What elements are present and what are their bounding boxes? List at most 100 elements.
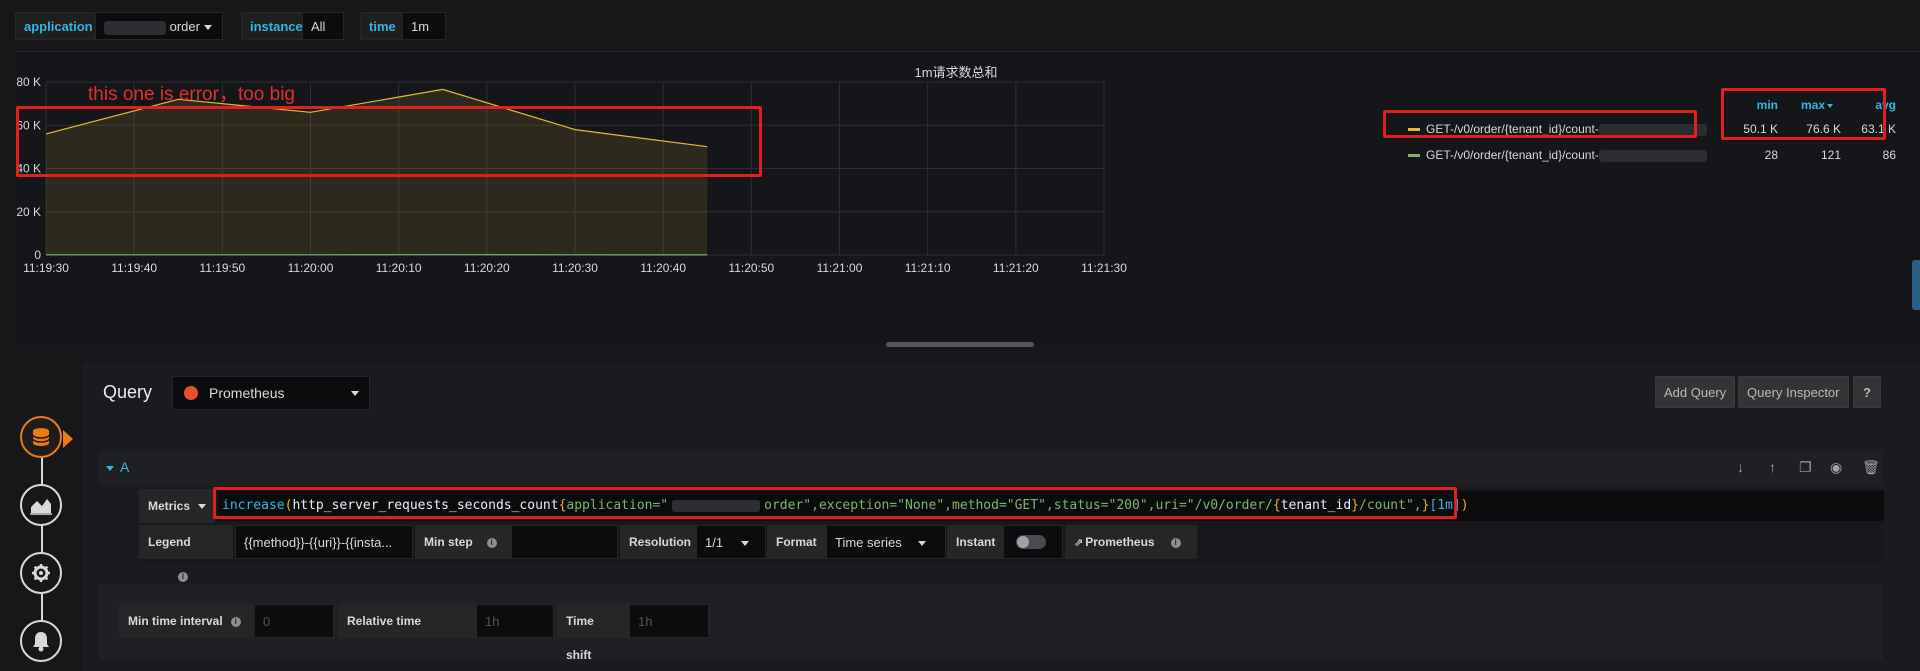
chevron-down-icon [351, 391, 359, 396]
annotation-box-graph [16, 106, 762, 177]
query-row-header [99, 451, 1883, 485]
chevron-down-icon [106, 465, 114, 471]
prometheus-link[interactable]: ⇗ Prometheus i [1065, 525, 1197, 559]
variable-application-value: order [169, 19, 200, 34]
min-time-interval-placeholder: 0 [263, 614, 271, 629]
database-icon [32, 428, 50, 446]
resolution-select[interactable]: 1/1 [696, 525, 766, 559]
x-tick-label: 11:19:40 [111, 261, 157, 275]
side-scroll-handle[interactable] [1912, 260, 1920, 310]
variable-instance-value: All [311, 19, 326, 34]
rail-active-pointer [63, 430, 73, 448]
variable-time-label: time [360, 12, 405, 40]
legend-min-value: 28 [1764, 148, 1778, 162]
area-chart-icon [30, 499, 52, 515]
graph-chart: 11:19:30 11:19:40 11:19:50 11:20:00 11:20:10… [16, 75, 1127, 275]
variable-time-value: 1m [411, 19, 430, 34]
time-shift-input[interactable]: 1h [629, 604, 709, 638]
annotation-box-legend-row [1383, 110, 1697, 138]
min-time-interval-label: Min time interval i [119, 604, 253, 638]
legend-series-name: GET-/v0/order/{tenant_id}/count- [1426, 148, 1599, 162]
chevron-down-icon [741, 541, 750, 547]
x-tick-label: 11:21:00 [817, 261, 863, 275]
y-tick-label: 80 K [16, 75, 41, 89]
info-icon[interactable]: i [1170, 537, 1181, 548]
expr-paren: ) [1460, 498, 1469, 513]
rail-queries-button[interactable] [20, 416, 62, 458]
x-tick-label: 11:21:10 [905, 261, 951, 275]
redacted-value [1598, 149, 1707, 162]
eye-icon[interactable]: ◉ [1830, 459, 1842, 476]
legend-avg-value: 86 [1882, 148, 1896, 162]
info-icon[interactable]: i [230, 616, 241, 627]
legend-format-label-text: Legend [148, 535, 191, 549]
series-color-swatch[interactable] [1408, 154, 1420, 158]
x-tick-label: 11:21:30 [1081, 261, 1127, 275]
variable-application-label: application [15, 12, 102, 40]
move-down-icon[interactable]: ↓ [1737, 459, 1744, 475]
query-ref-id: A [120, 459, 130, 475]
datasource-picker[interactable]: Prometheus [172, 376, 370, 410]
resolution-label: Resolution [620, 525, 700, 559]
min-time-interval-input[interactable]: 0 [254, 604, 334, 638]
rail-alert-button[interactable] [20, 620, 62, 662]
variable-instance-select[interactable]: All [302, 12, 344, 59]
min-step-input[interactable] [511, 525, 618, 559]
datasource-name: Prometheus [209, 385, 285, 401]
relative-time-input[interactable]: 1h [476, 604, 554, 638]
time-shift-label: Time shift [557, 604, 629, 662]
variable-application-select[interactable]: order [95, 12, 223, 40]
x-tick-label: 11:20:00 [288, 261, 334, 275]
info-icon[interactable]: i [486, 537, 497, 548]
y-tick-label: 20 K [16, 205, 41, 219]
min-step-label-text: Min step [424, 535, 473, 549]
x-tick-label: 11:20:50 [728, 261, 774, 275]
format-label: Format [767, 525, 826, 559]
legend-format-label: Legend i [139, 525, 233, 582]
gear-tools-icon [32, 564, 50, 582]
variable-time-select[interactable]: 1m [402, 12, 446, 59]
trash-icon[interactable]: 🗑 [1862, 459, 1880, 476]
prometheus-link-text: Prometheus [1085, 535, 1155, 549]
info-icon[interactable]: i [178, 571, 188, 582]
chevron-down-icon [198, 504, 207, 510]
annotation-box-legend-stats [1721, 88, 1886, 140]
y-tick-label: 0 [34, 248, 41, 262]
error-annotation-text: this one is error，too big [88, 84, 295, 105]
instant-label: Instant [947, 525, 1005, 559]
relative-time-label: Relative time [338, 604, 476, 638]
rail-general-button[interactable] [20, 552, 62, 594]
query-inspector-button[interactable]: Query Inspector [1738, 376, 1849, 408]
min-step-label: Min step i [415, 525, 511, 559]
prometheus-logo-icon [184, 386, 198, 400]
x-tick-label: 11:20:30 [552, 261, 598, 275]
rail-visualization-button[interactable] [20, 484, 62, 526]
annotation-box-expression [213, 487, 1457, 519]
legend-max-value: 121 [1820, 148, 1841, 162]
time-shift-placeholder: 1h [638, 614, 653, 629]
panel-resize-handle[interactable] [886, 342, 1034, 347]
x-tick-label: 11:21:20 [993, 261, 1039, 275]
redacted-value [104, 20, 166, 35]
format-select[interactable]: Time series [826, 525, 946, 559]
instant-toggle-knob [1017, 536, 1029, 548]
min-time-interval-label-text: Min time interval [128, 614, 223, 628]
chevron-down-icon [917, 541, 926, 547]
add-query-button[interactable]: Add Query [1655, 376, 1736, 408]
x-tick-label: 11:20:20 [464, 261, 510, 275]
help-button[interactable]: ? [1853, 376, 1881, 408]
metrics-label-text: Metrics [148, 499, 191, 513]
legend-format-input[interactable]: {{method}}-{{uri}}-{{insta... [235, 525, 413, 559]
move-up-icon[interactable]: ↑ [1769, 459, 1776, 475]
resolution-value: 1/1 [705, 535, 724, 550]
format-value: Time series [835, 535, 902, 550]
rail-connector [41, 440, 43, 640]
duplicate-icon[interactable]: ❐ [1799, 459, 1812, 476]
external-link-icon: ⇗ [1074, 537, 1084, 549]
query-row-toggle[interactable]: A [106, 459, 129, 475]
query-section-title: Query [103, 382, 153, 402]
legend-item[interactable]: GET-/v0/order/{tenant_id}/count- [1408, 146, 1707, 164]
metrics-label: Metrics [139, 489, 216, 523]
chevron-down-icon [203, 25, 212, 31]
graph-panel: 1m请求数总和 11:19:30 11:19:40 11:19:50 11:20:00… [16, 51, 1920, 345]
